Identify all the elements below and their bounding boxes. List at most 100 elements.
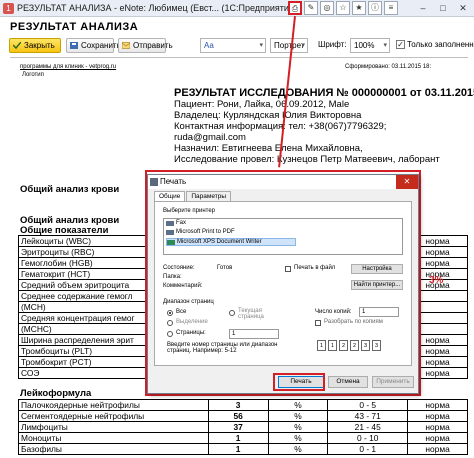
- formula-status: норма: [407, 432, 468, 444]
- style-select[interactable]: Aa ▾: [200, 38, 266, 53]
- page-icon: 1: [317, 340, 326, 351]
- save-button[interactable]: Сохранить: [66, 38, 121, 53]
- formula-name: Моноциты: [18, 432, 209, 444]
- dialog-title-bar: Печать ✕: [148, 175, 418, 189]
- info-icon[interactable]: ⓘ: [368, 1, 382, 15]
- page-icon: 3: [361, 340, 370, 351]
- range-all-radio[interactable]: [167, 310, 173, 316]
- apply-button[interactable]: Применить: [372, 376, 414, 388]
- table-row: Палочкоядерные нейтрофилы 3% 0 - 5 норма: [18, 399, 468, 411]
- only-filled-label: Только заполненные: [407, 40, 474, 49]
- table-row: Сегментоядерные нейтрофилы 56% 43 - 71 норм…: [18, 410, 468, 422]
- formula-status: норма: [407, 410, 468, 422]
- collate-label: Разобрать по копиям: [324, 319, 383, 325]
- envelope-icon: [122, 42, 130, 49]
- print-button-highlight: [273, 373, 325, 391]
- owner-line: Владелец: Курляндская Юлия Викторовна: [174, 110, 362, 121]
- general-panel: Выберите принтер Fax Microsoft Print to …: [154, 201, 412, 366]
- out-of-range-value: 3%: [429, 275, 444, 286]
- printer-icon: [167, 240, 175, 245]
- close-check-icon: [13, 42, 21, 49]
- favorite-icon[interactable]: ☆: [336, 1, 350, 15]
- chevron-down-icon: ▾: [301, 42, 305, 49]
- range-current-radio[interactable]: [229, 310, 235, 316]
- copies-stepper[interactable]: 1: [359, 307, 399, 317]
- range-selection-label: Выделение: [176, 319, 208, 325]
- only-filled-checkbox[interactable]: ✓: [396, 40, 405, 49]
- cancel-button[interactable]: Отмена: [328, 376, 368, 388]
- dialog-close-button[interactable]: ✕: [396, 175, 418, 189]
- print-dialog: Печать ✕ Общие Параметры Выберите принте…: [147, 174, 419, 394]
- window-title: РЕЗУЛЬТАТ АНАЛИЗА - eNote: Любимец (Евст…: [17, 3, 297, 13]
- title-bar: 1 РЕЗУЛЬТАТ АНАЛИЗА - eNote: Любимец (Ев…: [0, 0, 474, 17]
- title-toolbar: ⎙ ✎ ◎ ☆ ★ ⓘ ≡: [288, 1, 398, 16]
- formula-range: 21 - 45: [327, 421, 409, 433]
- orientation-select-value: Портрет: [274, 41, 305, 50]
- select-printer-label: Выберите принтер: [163, 208, 215, 214]
- formula-unit: %: [267, 410, 329, 422]
- range-pages-label: Страницы:: [176, 330, 206, 336]
- formula-status: норма: [407, 421, 468, 433]
- clinic-link[interactable]: программы для клиник - vetprog.ru: [20, 64, 116, 70]
- formula-value: 3: [207, 399, 269, 411]
- page-icon: 1: [328, 340, 337, 351]
- formula-range: 0 - 10: [327, 432, 409, 444]
- formula-unit: %: [267, 421, 329, 433]
- zoom-select[interactable]: 100% ▾: [350, 38, 390, 53]
- send-button-label: Отправить: [133, 41, 173, 50]
- zoom-icon[interactable]: ◎: [320, 1, 334, 15]
- close-button[interactable]: Закрыть: [9, 38, 61, 53]
- formula-value: 37: [207, 421, 269, 433]
- more-icon[interactable]: ≡: [384, 1, 398, 15]
- printer-item-label: Microsoft Print to PDF: [176, 229, 235, 235]
- formula-value: 1: [207, 443, 269, 455]
- formula-status: норма: [407, 399, 468, 411]
- send-button[interactable]: Отправить: [118, 38, 173, 53]
- printer-item-label: Microsoft XPS Document Writer: [177, 239, 262, 245]
- font-label: Шрифт:: [318, 40, 347, 49]
- contacts-line: Контактная информация: тел: +38(067)7796…: [174, 121, 387, 132]
- page-title: РЕЗУЛЬТАТ АНАЛИЗА: [10, 21, 139, 33]
- settings-button[interactable]: Настройка: [351, 264, 403, 274]
- range-pages-radio[interactable]: [167, 331, 173, 337]
- printer-item-pdf[interactable]: Microsoft Print to PDF: [166, 229, 235, 235]
- formula-range: 0 - 5: [327, 399, 409, 411]
- leukoformula-table: Палочкоядерные нейтрофилы 3% 0 - 5 норма Сег…: [18, 399, 468, 455]
- state-label: Состояние:: [163, 265, 195, 271]
- printer-item-xps[interactable]: Microsoft XPS Document Writer: [166, 238, 296, 246]
- print-icon[interactable]: ⎙: [288, 1, 302, 15]
- patient-line: Пациент: Рони, Лайка, 06.09.2012, Male: [174, 99, 350, 110]
- formula-unit: %: [267, 443, 329, 455]
- range-all-label: Все: [176, 309, 187, 315]
- chevron-down-icon: ▾: [383, 42, 387, 49]
- fax-icon: [166, 221, 174, 226]
- logo-placeholder: Логотип: [22, 72, 44, 78]
- dialog-tabs: Общие Параметры: [154, 191, 232, 201]
- close-window-button[interactable]: ✕: [454, 1, 472, 15]
- save-icon: [70, 42, 78, 49]
- tab-parameters[interactable]: Параметры: [186, 191, 232, 201]
- star-icon[interactable]: ★: [352, 1, 366, 15]
- minimize-button[interactable]: –: [414, 1, 432, 15]
- section-title: Общий анализ крови: [20, 184, 120, 195]
- print-to-file-checkbox[interactable]: [285, 266, 291, 272]
- formula-name: Лимфоциты: [18, 421, 209, 433]
- page-range-label: Диапазон страниц: [163, 299, 214, 305]
- formula-value: 56: [207, 410, 269, 422]
- formula-name: Сегментоядерные нейтрофилы: [18, 410, 209, 422]
- pages-input[interactable]: 1: [229, 329, 279, 339]
- printer-list[interactable]: Fax Microsoft Print to PDF Microsoft XPS…: [163, 218, 403, 255]
- range-current-label: Текущая страница: [238, 308, 264, 320]
- maximize-button[interactable]: □: [434, 1, 452, 15]
- email-line: ruda@gmail.com: [174, 132, 246, 143]
- formed-date: Сформировано: 03.11.2015 18:: [345, 64, 432, 70]
- table-row: Лимфоциты 37% 21 - 45 норма: [18, 421, 468, 433]
- collate-checkbox[interactable]: [315, 320, 321, 326]
- orientation-select[interactable]: Портрет ▾: [270, 38, 308, 53]
- page-icon: 2: [339, 340, 348, 351]
- preview-icon[interactable]: ✎: [304, 1, 318, 15]
- find-printer-button[interactable]: Найти принтер...: [351, 280, 403, 290]
- range-selection-radio[interactable]: [167, 320, 173, 326]
- tab-general[interactable]: Общие: [154, 191, 186, 201]
- printer-item-fax[interactable]: Fax: [166, 220, 186, 226]
